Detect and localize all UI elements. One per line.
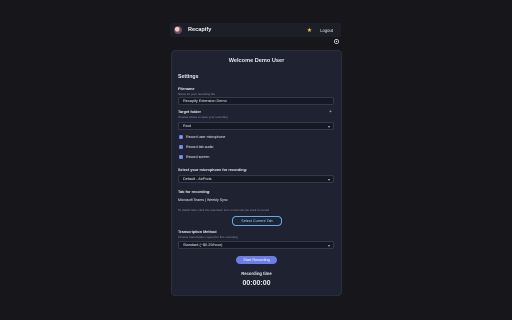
record-tab-audio-checkbox[interactable]: ✓ (179, 145, 183, 149)
target-folder-select[interactable]: Root ▾ (178, 122, 334, 130)
top-bar: Recapify ★ Logout (170, 23, 341, 37)
tab-name: Microsoft Teams | Weekly Sync (178, 198, 228, 202)
microphone-select[interactable]: Default - AirPods ▾ (178, 175, 334, 183)
filename-value: Recapify Extension Demo (183, 99, 227, 103)
tab-label: Tab for recording: (178, 190, 211, 194)
brand-name: Recapify (188, 27, 212, 33)
logout-button[interactable]: Logout (320, 28, 333, 33)
welcome-heading: Welcome Demo User (228, 58, 285, 64)
transcription-label: Transcription Method (178, 230, 217, 234)
record-microphone-label: Record user microphone (186, 135, 226, 139)
record-screen-label: Record screen (186, 155, 210, 159)
filename-label: Filename (178, 87, 195, 91)
microphone-label: Select your microphone for recording: (178, 168, 248, 172)
recorder-card: Welcome Demo User Settings Filename Name… (171, 50, 342, 296)
star-icon[interactable]: ★ (307, 27, 312, 34)
select-current-tab-button[interactable]: Select Current Tab (232, 216, 282, 226)
transcription-select[interactable]: Standard (~$0.29/hour) ▾ (178, 241, 334, 249)
filename-input[interactable]: Recapify Extension Demo (178, 97, 334, 105)
record-tab-audio-label: Record tab audio (186, 145, 214, 149)
target-folder-hint: Choose where to save your recording (178, 115, 228, 119)
record-screen-checkbox[interactable]: ✓ (179, 155, 183, 159)
gear-icon[interactable] (333, 38, 340, 45)
settings-heading: Settings (178, 74, 199, 80)
add-folder-icon[interactable]: + (329, 109, 332, 115)
tab-hint: To switch tabs, click the extension icon… (178, 208, 270, 212)
chevron-down-icon: ▾ (327, 124, 330, 129)
target-folder-value: Root (183, 124, 192, 128)
transcription-hint: Choose transcription speed for this reco… (178, 235, 238, 239)
chevron-down-icon: ▾ (327, 243, 330, 248)
microphone-value: Default - AirPods (183, 177, 212, 181)
recapify-logo-icon (174, 26, 182, 34)
transcription-value: Standard (~$0.29/hour) (183, 243, 223, 247)
chevron-down-icon: ▾ (327, 177, 330, 182)
start-recording-button[interactable]: Start Recording (236, 256, 277, 264)
target-folder-label: Target folder (178, 110, 201, 114)
record-microphone-checkbox[interactable]: ✓ (179, 135, 183, 139)
filename-hint: Name for your recording file (178, 92, 216, 96)
recording-timer: 00:00:00 (242, 280, 271, 287)
recording-time-label: Recording time (241, 271, 272, 276)
